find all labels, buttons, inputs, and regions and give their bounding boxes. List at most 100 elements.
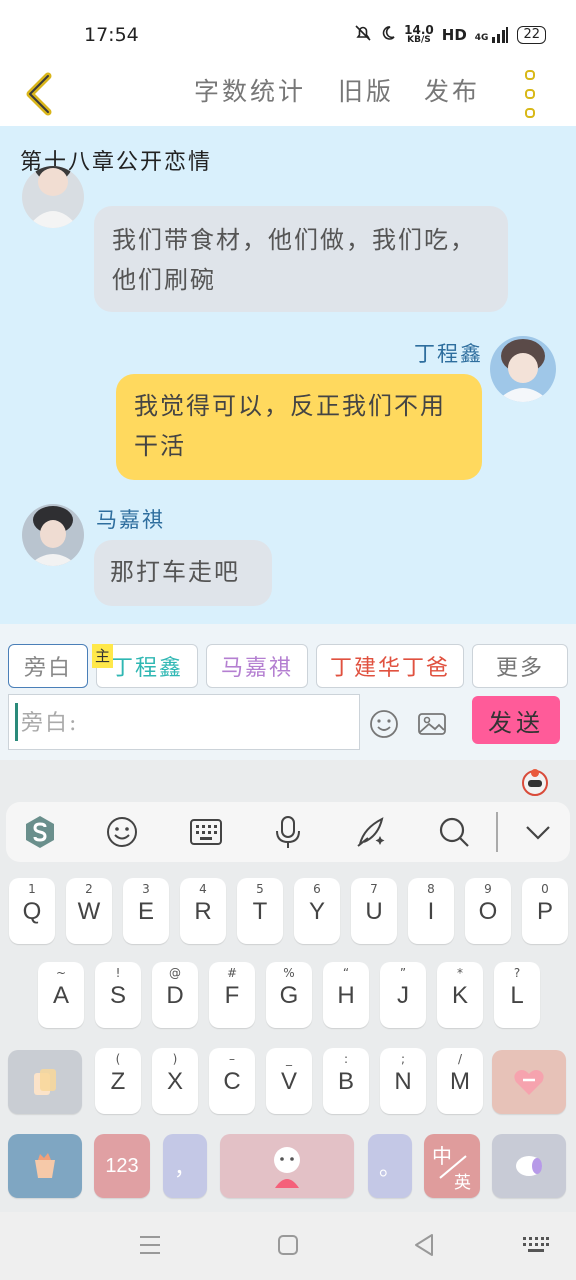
message-input[interactable]: 旁白: [8, 694, 360, 750]
chat-area: 第十八章公开恋情 我们带食材，他们做，我们吃，他们刷碗 丁程鑫 我觉得可以，反正… [0, 126, 576, 624]
back-button[interactable] [22, 72, 62, 116]
avatar[interactable] [22, 166, 84, 228]
numbers-key[interactable]: 123 [94, 1134, 150, 1198]
key[interactable]: 3E [123, 878, 169, 944]
search-icon[interactable] [436, 814, 472, 850]
key[interactable]: 6Y [294, 878, 340, 944]
role-narration-button[interactable]: 旁白 [8, 644, 88, 688]
cloud-enter-icon [516, 1156, 542, 1176]
menu-icon[interactable] [138, 1234, 162, 1260]
key[interactable]: 2W [66, 878, 112, 944]
key[interactable]: ) X [152, 1048, 198, 1114]
key[interactable]: 0P [522, 878, 568, 944]
key-label: P [536, 898, 553, 925]
skin-mascot-icon[interactable] [520, 766, 550, 800]
key[interactable]: * K [437, 962, 483, 1028]
key-sub: 5 [256, 882, 264, 896]
key[interactable]: ! S [95, 962, 141, 1028]
key-sub: % [283, 966, 295, 980]
key[interactable]: / M [437, 1048, 483, 1114]
key-label: H [337, 982, 355, 1009]
key-sub: “ [342, 966, 350, 980]
key[interactable]: (Z [95, 1048, 141, 1114]
key-sub: * [457, 966, 463, 980]
key-sub: 3 [142, 882, 150, 896]
key-label: B [337, 1068, 354, 1095]
keyboard: 1Q 2W 3E 4R 5T 6Y 7U 8I 9O 0P ~ A ! S @ D #… [0, 760, 576, 1212]
main-role-badge: 主 [92, 644, 114, 668]
word-count-link[interactable]: 字数统计 [194, 72, 306, 108]
lang-chinese: 中 [432, 1144, 452, 1168]
chevron-down-icon[interactable] [520, 814, 556, 850]
old-version-link[interactable]: 旧版 [338, 72, 394, 108]
back-nav-icon[interactable] [412, 1232, 436, 1262]
microphone-icon[interactable] [270, 814, 306, 850]
avatar[interactable] [490, 336, 556, 402]
key[interactable]: ~ A [38, 962, 84, 1028]
publish-link[interactable]: 发布 [424, 72, 480, 108]
key[interactable]: 8I [408, 878, 454, 944]
emoji-key[interactable] [8, 1134, 82, 1198]
send-button[interactable]: 发送 [472, 696, 560, 744]
key[interactable]: ? L [494, 962, 540, 1028]
return-key[interactable] [492, 1134, 566, 1198]
sogou-logo-icon[interactable] [22, 814, 58, 850]
key[interactable]: # F [209, 962, 255, 1028]
key[interactable]: 4R [180, 878, 226, 944]
key-label: E [137, 898, 154, 925]
key-label: K [451, 982, 468, 1009]
key[interactable]: 7U [351, 878, 397, 944]
key-sub: @ [169, 966, 181, 980]
battery-icon: 22 [517, 26, 546, 44]
message-bubble[interactable]: 我们带食材，他们做，我们吃，他们刷碗 [94, 206, 508, 312]
message-bubble[interactable]: 我觉得可以，反正我们不用干活 [116, 374, 482, 480]
comma-key[interactable]: ， [163, 1134, 207, 1198]
key[interactable]: % G [266, 962, 312, 1028]
keyboard-layout-icon[interactable] [188, 814, 224, 850]
space-key[interactable] [220, 1134, 354, 1198]
more-roles-button[interactable]: 更多 [472, 644, 568, 688]
more-menu-icon[interactable] [518, 70, 542, 118]
key-sub: 6 [313, 882, 321, 896]
emoji-icon[interactable] [104, 814, 140, 850]
emoji-icon[interactable] [368, 708, 400, 744]
message-bubble[interactable]: 那打车走吧 [94, 540, 272, 606]
key-label: G [279, 982, 299, 1009]
mute-bell-icon [354, 24, 372, 46]
key-label: J [397, 982, 409, 1009]
keyboard-hide-icon[interactable] [522, 1236, 550, 1258]
key[interactable]: 1Q [9, 878, 55, 944]
backspace-key[interactable] [492, 1050, 566, 1114]
handwriting-icon[interactable] [354, 814, 390, 850]
period-key[interactable]: 。 [368, 1134, 412, 1198]
key-sub: ” [399, 966, 407, 980]
key[interactable]: :B [323, 1048, 369, 1114]
key[interactable]: 9O [465, 878, 511, 944]
key[interactable]: _ V [266, 1048, 312, 1114]
key-label: A [52, 982, 69, 1009]
home-icon[interactable] [277, 1234, 299, 1260]
key[interactable]: 5T [237, 878, 283, 944]
key-label: I [427, 898, 435, 925]
key-sub: ( [115, 1052, 121, 1066]
role-button[interactable]: 丁建华丁爸 [316, 644, 464, 688]
key[interactable]: “H [323, 962, 369, 1028]
key-label: W [77, 898, 101, 925]
keyboard-toolbar [6, 802, 570, 862]
key-label: M [450, 1068, 470, 1095]
key-label: R [194, 898, 212, 925]
speed-value: 14.0 [404, 23, 434, 37]
speaker-name: 丁程鑫 [414, 342, 483, 366]
key[interactable]: ” J [380, 962, 426, 1028]
image-icon[interactable] [416, 708, 448, 744]
shift-key[interactable] [8, 1050, 82, 1114]
key[interactable]: – C [209, 1048, 255, 1114]
key[interactable]: ; N [380, 1048, 426, 1114]
key[interactable]: @ D [152, 962, 198, 1028]
avatar[interactable] [22, 504, 84, 566]
language-switch-key[interactable]: 中 英 [424, 1134, 480, 1198]
network-speed: 14.0 KB/S [404, 23, 434, 45]
signal-icon: 4G [475, 27, 510, 43]
key-sub: ; [400, 1052, 406, 1066]
role-button[interactable]: 马嘉祺 [206, 644, 308, 688]
